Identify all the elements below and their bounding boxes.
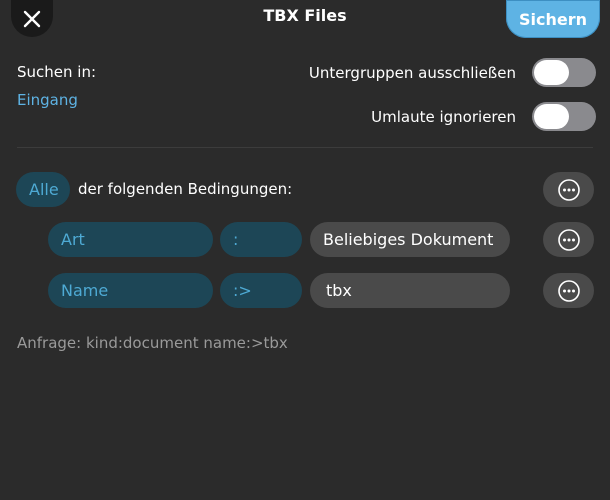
toggle-row-exclude-subgroups: Untergruppen ausschließen [309,58,596,87]
condition-2-value-input[interactable]: tbx [310,273,510,308]
search-in-label: Suchen in: [17,63,97,81]
condition-2-field-selector[interactable]: Name [48,273,213,308]
section-divider [17,147,593,148]
ignore-umlauts-label: Umlaute ignorieren [371,107,516,126]
more-circle-icon [557,279,580,302]
close-button[interactable] [11,0,53,37]
close-icon [23,10,41,27]
more-circle-icon [557,228,580,251]
condition-2-operator-selector[interactable]: :> [220,273,302,308]
condition-2-more-button[interactable] [543,273,594,308]
exclude-subgroups-toggle[interactable] [532,58,596,87]
condition-1-field-selector[interactable]: Art [48,222,213,257]
condition-1-more-button[interactable] [543,222,594,257]
toggle-knob [534,60,569,85]
search-in-location-link[interactable]: Eingang [17,91,78,109]
more-circle-icon [557,178,580,201]
smart-group-editor: TBX Files Sichern Suchen in: Eingang Unt… [0,0,610,500]
toggle-row-ignore-umlauts: Umlaute ignorieren [371,102,596,131]
toggle-knob [534,104,569,129]
exclude-subgroups-label: Untergruppen ausschließen [308,63,516,82]
conditions-suffix-text: der folgenden Bedingungen: [78,180,293,198]
quantifier-selector[interactable]: Alle [16,172,70,207]
ignore-umlauts-toggle[interactable] [532,102,596,131]
condition-1-operator-selector[interactable]: : [220,222,302,257]
conditions-more-button[interactable] [543,172,594,207]
query-preview: Anfrage: kind:document name:>tbx [17,334,288,352]
condition-1-value-selector[interactable]: Beliebiges Dokument [310,222,510,257]
save-button[interactable]: Sichern [506,0,600,38]
